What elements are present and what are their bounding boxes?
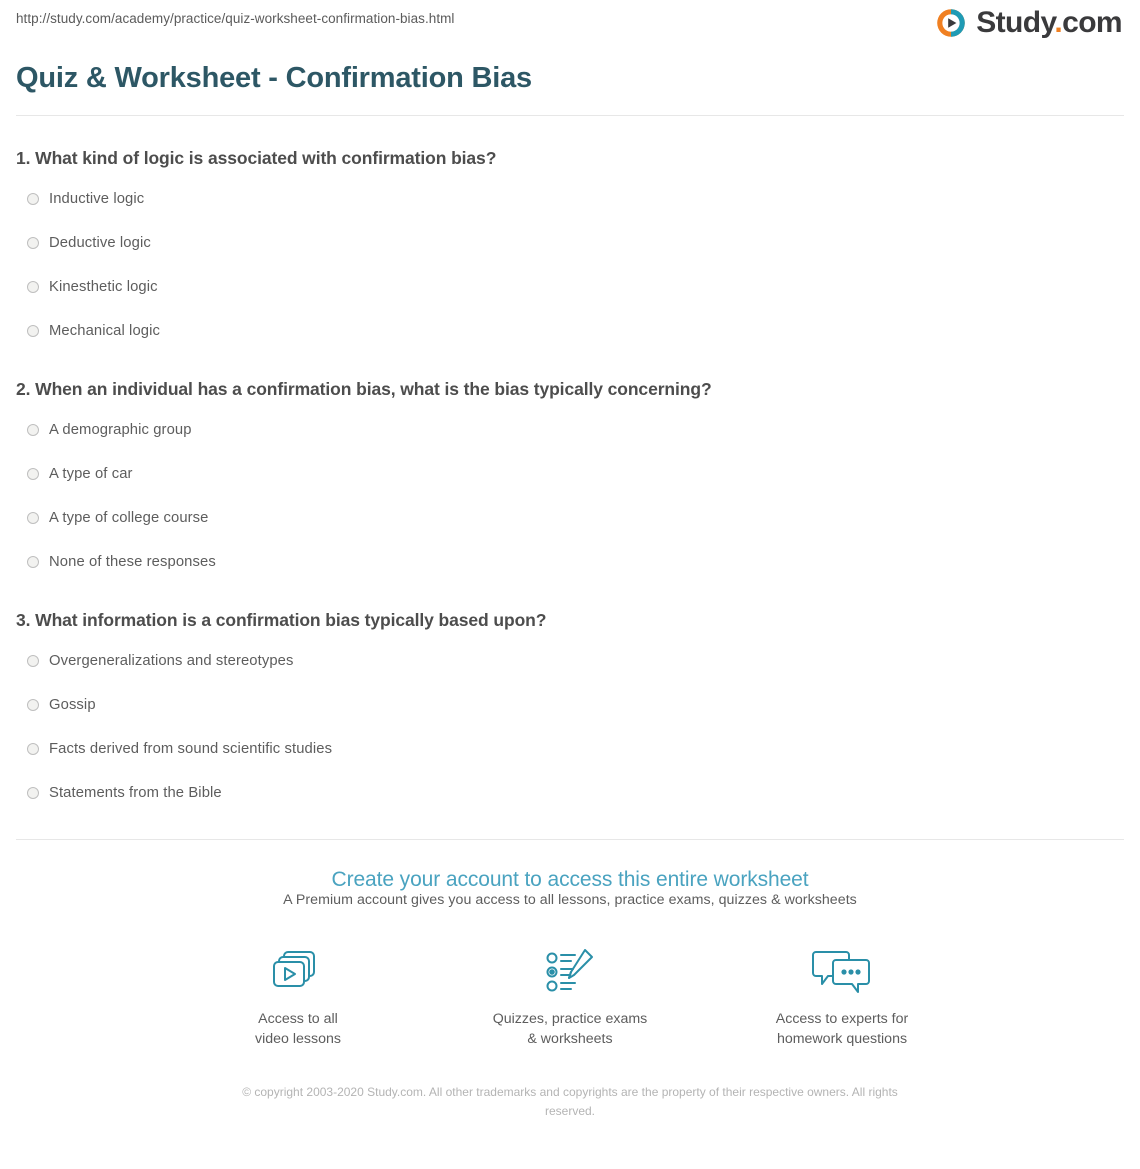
brand-dot: . xyxy=(1054,6,1063,39)
radio-button-icon[interactable] xyxy=(27,281,39,293)
answer-option[interactable]: A type of college course xyxy=(16,502,1124,534)
radio-button-icon[interactable] xyxy=(27,512,39,524)
quiz-questions-container: 1. What kind of logic is associated with… xyxy=(0,148,1140,809)
answer-option[interactable]: Kinesthetic logic xyxy=(16,271,1124,303)
radio-button-icon[interactable] xyxy=(27,556,39,568)
answer-option[interactable]: Mechanical logic xyxy=(16,315,1124,347)
premium-description: A Premium account gives you access to al… xyxy=(283,892,857,908)
feature-experts: Access to experts for homework questions xyxy=(752,944,932,1049)
answer-label: Deductive logic xyxy=(49,235,151,251)
question-text: 2. When an individual has a confirmation… xyxy=(16,379,712,399)
answer-option[interactable]: Facts derived from sound scientific stud… xyxy=(16,733,1124,765)
answer-label: Mechanical logic xyxy=(49,323,160,339)
answer-option[interactable]: A type of car xyxy=(16,458,1124,490)
radio-button-icon[interactable] xyxy=(27,193,39,205)
page-url: http://study.com/academy/practice/quiz-w… xyxy=(16,11,455,26)
feature-caption: Access to all video lessons xyxy=(208,1009,388,1049)
feature-caption-line1: Quizzes, practice exams xyxy=(492,1011,648,1027)
radio-button-icon[interactable] xyxy=(27,424,39,436)
answer-option[interactable]: Statements from the Bible xyxy=(16,777,1124,809)
answer-label: A type of college course xyxy=(49,510,209,526)
study-com-logo[interactable]: Study.com xyxy=(934,6,1123,40)
answer-option[interactable]: Overgeneralizations and stereotypes xyxy=(16,645,1124,677)
chat-bubbles-icon xyxy=(752,944,932,1000)
answer-list: A demographic group A type of car A type… xyxy=(16,414,1124,578)
radio-button-icon[interactable] xyxy=(27,655,39,667)
answer-label: Gossip xyxy=(49,697,96,713)
brand-wordmark: Study.com xyxy=(976,6,1122,40)
answer-label: A demographic group xyxy=(49,422,192,438)
brand-tld: com xyxy=(1062,6,1122,39)
answer-label: None of these responses xyxy=(49,554,216,570)
title-divider xyxy=(16,115,1124,116)
answer-label: Statements from the Bible xyxy=(49,785,222,801)
quiz-checklist-pencil-icon xyxy=(480,944,660,1000)
radio-button-icon[interactable] xyxy=(27,699,39,711)
feature-caption-line2: & worksheets xyxy=(527,1031,613,1047)
play-circle-icon xyxy=(934,6,968,40)
feature-caption-line2: video lessons xyxy=(255,1031,341,1047)
answer-label: A type of car xyxy=(49,466,133,482)
feature-row: Access to all video lessons Quizzes, pra… xyxy=(0,944,1140,1049)
answer-option[interactable]: Deductive logic xyxy=(16,227,1124,259)
feature-caption-line1: Access to experts for xyxy=(775,1011,909,1027)
answer-option[interactable]: None of these responses xyxy=(16,546,1124,578)
answer-option[interactable]: Inductive logic xyxy=(16,183,1124,215)
answer-option[interactable]: A demographic group xyxy=(16,414,1124,446)
answer-label: Facts derived from sound scientific stud… xyxy=(49,741,333,757)
feature-caption-line2: homework questions xyxy=(776,1031,908,1047)
question-block: 1. What kind of logic is associated with… xyxy=(16,148,1124,347)
question-text: 1. What kind of logic is associated with… xyxy=(16,148,497,168)
question-block: 3. What information is a confirmation bi… xyxy=(16,610,1124,809)
answer-list: Inductive logic Deductive logic Kinesthe… xyxy=(16,183,1124,347)
feature-quizzes: Quizzes, practice exams & worksheets xyxy=(480,944,660,1049)
feature-caption: Access to experts for homework questions xyxy=(752,1009,932,1049)
radio-button-icon[interactable] xyxy=(27,743,39,755)
copyright-text: © copyright 2003-2020 Study.com. All oth… xyxy=(242,1085,898,1118)
create-account-link[interactable]: Create your account to access this entir… xyxy=(332,868,809,891)
page-header: http://study.com/academy/practice/quiz-w… xyxy=(0,0,1140,52)
answer-label: Kinesthetic logic xyxy=(49,279,158,295)
radio-button-icon[interactable] xyxy=(27,237,39,249)
brand-name: Study xyxy=(976,6,1055,39)
question-text: 3. What information is a confirmation bi… xyxy=(16,610,547,630)
radio-button-icon[interactable] xyxy=(27,787,39,799)
answer-list: Overgeneralizations and stereotypes Goss… xyxy=(16,645,1124,809)
answer-label: Inductive logic xyxy=(49,191,145,207)
radio-button-icon[interactable] xyxy=(27,468,39,480)
question-block: 2. When an individual has a confirmation… xyxy=(16,379,1124,578)
feature-video-lessons: Access to all video lessons xyxy=(208,944,388,1049)
video-lessons-icon xyxy=(208,944,388,1000)
upsell-section: Create your account to access this entir… xyxy=(0,840,1140,1049)
feature-caption: Quizzes, practice exams & worksheets xyxy=(480,1009,660,1049)
feature-caption-line1: Access to all xyxy=(258,1011,338,1027)
answer-option[interactable]: Gossip xyxy=(16,689,1124,721)
answer-label: Overgeneralizations and stereotypes xyxy=(49,653,294,669)
radio-button-icon[interactable] xyxy=(27,325,39,337)
page-title: Quiz & Worksheet - Confirmation Bias xyxy=(16,62,532,94)
